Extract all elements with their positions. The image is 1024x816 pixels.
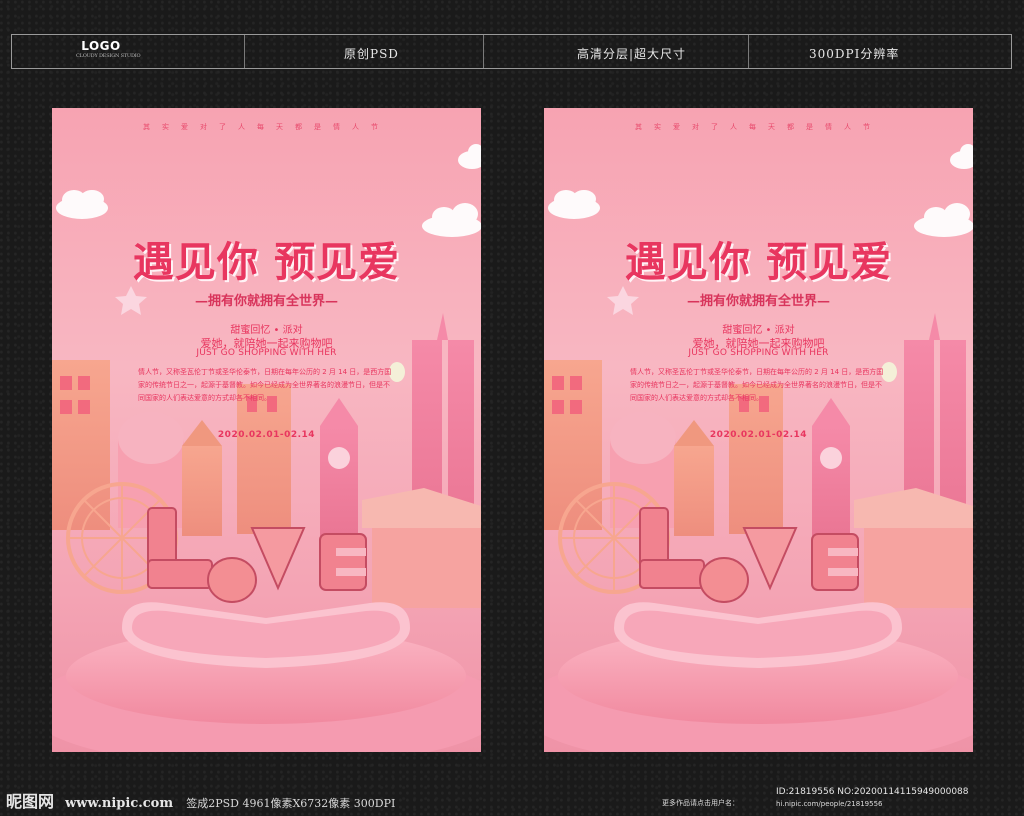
poster-left: 其实爱对了人每天都是情人节 遇见你 预见爱 —拥有你就拥有全世界— 甜蜜回忆 •… [52,108,481,752]
logo-text: LOGO [81,39,121,53]
footer-brand: 昵图网 [6,792,55,811]
header-item-psd: 原创PSD [344,47,399,61]
poster-title: 遇见你 预见爱 [132,238,401,286]
header-divider [244,35,245,68]
logo-subtext: CLOUDY DESIGN STUDIO [76,53,141,59]
footer-user-link[interactable]: hi.nipic.com/people/21819556 [776,800,882,808]
poster-theme: 甜蜜回忆 • 派对 [230,325,303,336]
header-bar: LOGO CLOUDY DESIGN STUDIO 原创PSD 高清分层|超大尺… [11,34,1012,69]
poster-body: 情人节，又称圣瓦伦丁节或圣华伦泰节，日期在每年公历的 2 月 14 日，是西方国… [138,368,392,402]
poster-date: 2020.02.01-02.14 [217,430,316,440]
poster-english: JUST GO SHOPPING WITH HER [688,348,829,358]
footer-site-link[interactable]: www.nipic.com [65,796,173,811]
header-divider [483,35,484,68]
poster-tagline: 其实爱对了人每天都是情人节 [143,123,390,131]
header-item-layers: 高清分层|超大尺寸 [577,47,687,61]
poster-tagline: 其实爱对了人每天都是情人节 [635,123,882,131]
header-item-dpi: 300DPI分辨率 [809,47,900,61]
poster-subtitle: —拥有你就拥有全世界— [194,294,338,309]
poster-body: 情人节，又称圣瓦伦丁节或圣华伦泰节，日期在每年公历的 2 月 14 日，是西方国… [630,368,884,402]
footer-watermark: 昵图网 www.nipic.com 签成2PSD 4961像素X6732像素 3… [6,788,395,812]
footer-more-works: 更多作品请点击用户名： [662,799,739,807]
footer-meta: 签成2PSD 4961像素X6732像素 300DPI [186,797,396,810]
poster-title: 遇见你 预见爱 [624,238,893,286]
logo: LOGO CLOUDY DESIGN STUDIO [76,39,141,60]
poster-date: 2020.02.01-02.14 [709,430,808,440]
poster-right: 其实爱对了人每天都是情人节 遇见你 预见爱 —拥有你就拥有全世界— 甜蜜回忆 •… [544,108,973,752]
footer-id: ID:21819556 NO:20200114115949000088 [776,787,969,797]
poster-subtitle: —拥有你就拥有全世界— [686,294,830,309]
poster-theme: 甜蜜回忆 • 派对 [722,325,795,336]
poster-english: JUST GO SHOPPING WITH HER [196,348,337,358]
header-divider [748,35,749,68]
